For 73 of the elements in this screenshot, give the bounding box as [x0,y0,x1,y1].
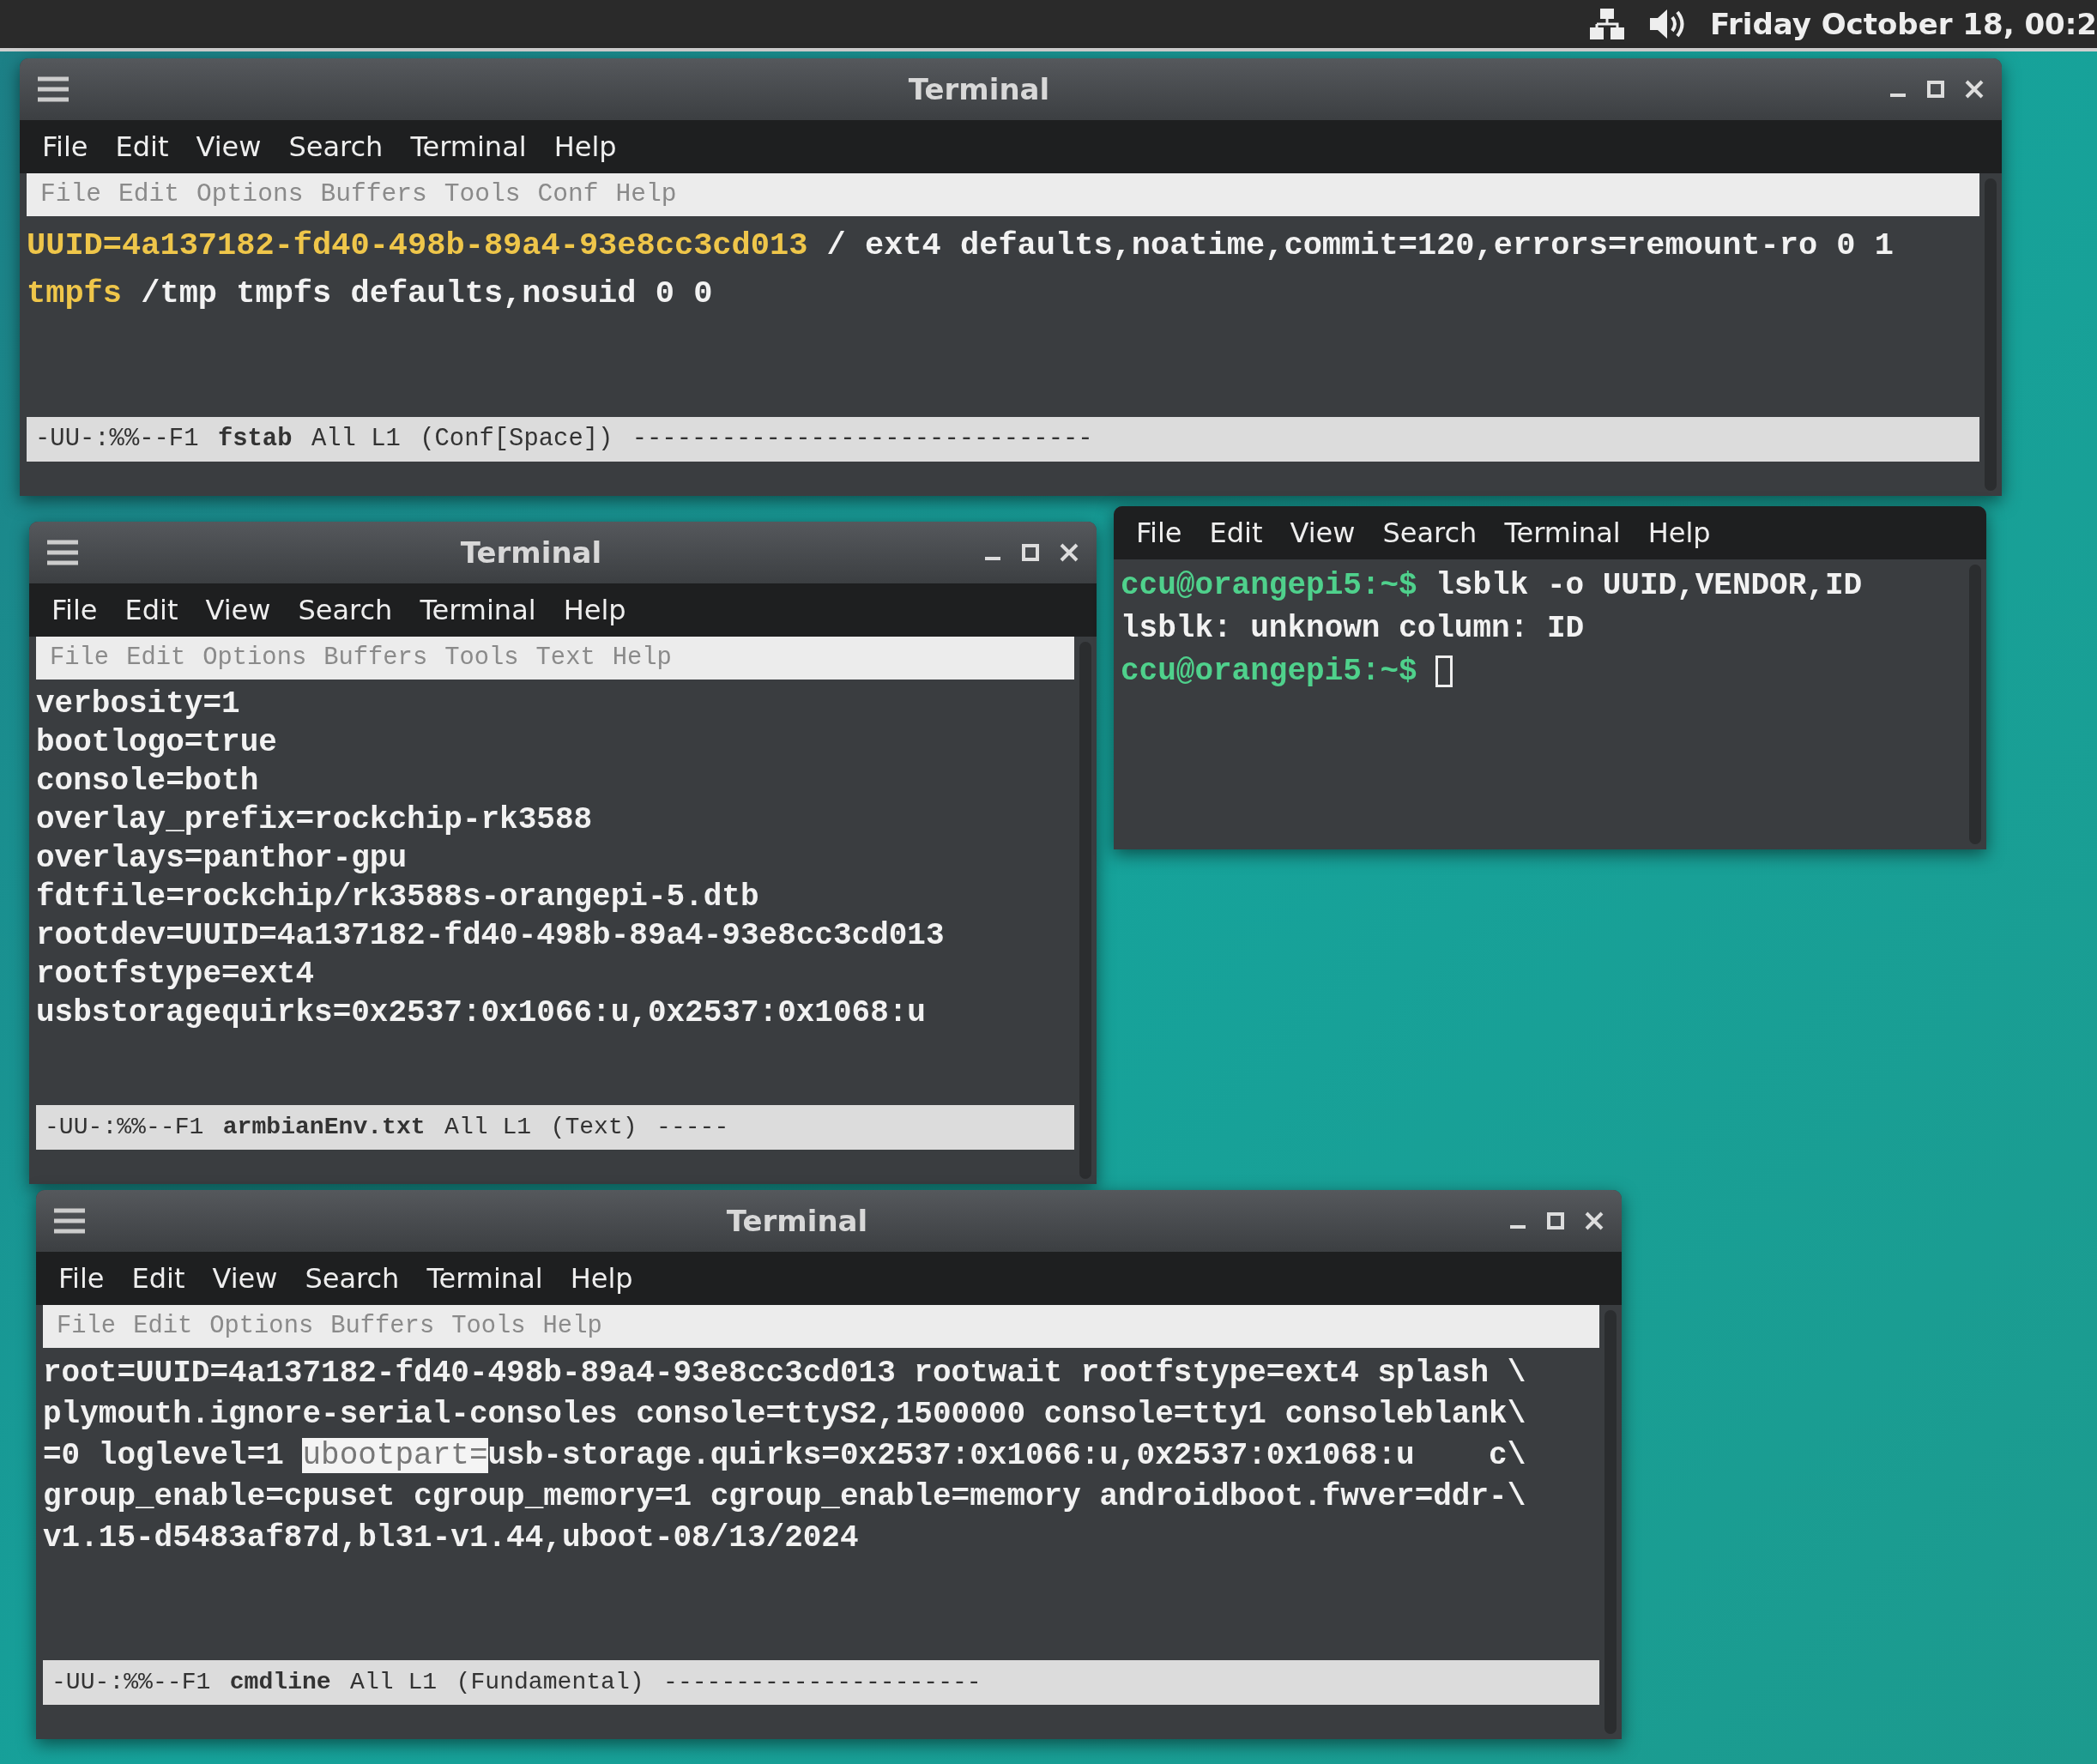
menu-item[interactable]: Edit [114,590,189,630]
menu-item[interactable]: Terminal [1494,513,1631,553]
window-title: Terminal [459,535,603,570]
menu-item[interactable]: Help [543,127,627,166]
buffer-name: fstab [217,426,293,452]
menu-icon[interactable] [53,1206,86,1235]
window-title: Terminal [725,1204,869,1238]
menu-item[interactable]: File [1126,513,1193,553]
code-line: verbosity=1 [36,686,241,723]
menu-icon[interactable] [37,75,69,104]
mode-line-status: -UU-:%%--F1 [35,426,199,452]
menu-item[interactable]: Search [294,1259,410,1298]
menu-item[interactable]: Edit [105,127,179,166]
menu-item[interactable]: Edit [121,1259,196,1298]
code-line: v1.15-d5483af87d,bl31-v1.44,uboot-08/13/2024 [43,1519,860,1557]
mode-line-status: -UU-:%%--F1 [45,1115,204,1140]
menu-item[interactable]: Help [559,1259,644,1298]
code-line: plymouth.ignore-serial-consoles console=ttyS2,1500000 console=tty1 consoleblank\ [43,1396,1527,1434]
menu-item[interactable]: Search [1372,513,1488,553]
menu-item[interactable]: Terminal [400,127,537,166]
network-icon[interactable] [1588,7,1626,41]
menu-item[interactable]: Terminal [416,1259,553,1298]
code-line: bootlogo=true [36,724,278,762]
menu-item[interactable]: View [195,590,281,630]
close-icon[interactable] [1059,542,1079,563]
maximize-icon[interactable] [1926,80,1945,99]
menu-icon[interactable] [46,538,79,567]
window-title: Terminal [907,72,1051,106]
code-line: rootfstype=ext4 [36,956,316,994]
maximize-icon[interactable] [1021,543,1040,562]
code-line: root=UUID=4a137182-fd40-498b-89a4-93e8cc3cd013 rootwait rootfstype=ext4 splash \ [43,1355,1527,1392]
code-line: usbstoragequirks=0x2537:0x1066:u,0x2537:0x1068:u [36,994,927,1032]
menu-item[interactable]: Terminal [409,590,547,630]
buffer-name: armbianEnv.txt [222,1115,426,1140]
mode-line-fill: ---------------------- [663,1670,982,1695]
code-line: group_enable=cpuset cgroup_memory=1 cgroup_enable=memory androidboot.fwver=ddr-\ [43,1478,1527,1516]
menu-item[interactable]: Help [553,590,637,630]
code-line: UUID=4a137182-fd40-498b-89a4-93e8cc3cd013 / ext4 defaults,noatime,commit=120,errors=remount-ro 0 1 [27,227,1895,265]
cursor-position: All L1 [350,1670,438,1695]
code-line: tmpfs /tmp tmpfs defaults,nosuid 0 0 [27,275,714,313]
menu-item[interactable]: Help [1637,513,1721,553]
menu-item[interactable]: Edit [1199,513,1273,553]
menu-item[interactable]: View [1279,513,1366,553]
major-mode: (Text) [550,1115,638,1140]
major-mode: (Conf[Space]) [420,426,613,452]
cursor-position: All L1 [311,426,401,452]
code-line: console=both [36,763,260,800]
clock-text: Friday October 18, 00:2 [1710,7,2097,41]
code-line: ccu@orangepi5:~$ lsblk -o UUID,VENDOR,ID [1121,567,1864,605]
text-cursor [1435,655,1453,688]
menu-item[interactable]: File [41,590,108,630]
code-line: lsblk: unknown column: ID [1121,610,1586,648]
code-line: overlay_prefix=rockchip-rk3588 [36,801,594,839]
menu-item[interactable]: View [185,127,272,166]
buffer-name: cmdline [229,1670,331,1695]
code-line: ccu@orangepi5:~$ [1121,650,1964,693]
code-line: rootdev=UUID=4a137182-fd40-498b-89a4-93e8cc3cd013 [36,917,946,955]
close-icon[interactable] [1584,1211,1604,1231]
mode-line-status: -UU-:%%--F1 [51,1670,211,1695]
code-line: fdtfile=rockchip/rk3588s-orangepi-5.dtb [36,879,760,916]
close-icon[interactable] [1964,79,1985,100]
code-line: =0 loglevel=1 ubootpart=usb-storage.quirks=0x2537:0x1066:u,0x2537:0x1068:u c\ [43,1437,1527,1475]
menu-item[interactable]: File [48,1259,115,1298]
mode-line-fill: ----- [656,1115,729,1140]
menu-item[interactable]: Search [278,127,394,166]
mode-line-fill: ------------------------------- [632,426,1093,452]
menu-item[interactable]: View [202,1259,288,1298]
cursor-position: All L1 [444,1115,532,1140]
menu-item[interactable]: Search [287,590,403,630]
major-mode: (Fundamental) [456,1670,644,1695]
menu-item[interactable]: File [32,127,99,166]
maximize-icon[interactable] [1546,1211,1565,1230]
code-line: overlays=panthor-gpu [36,840,408,878]
